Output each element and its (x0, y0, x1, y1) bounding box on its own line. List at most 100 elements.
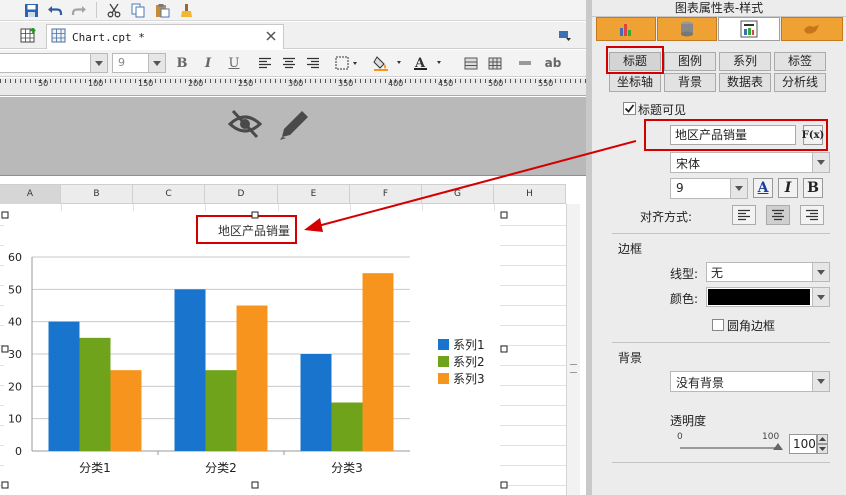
tab-chart-type[interactable] (596, 17, 656, 41)
opacity-input[interactable]: 100 (789, 434, 817, 454)
spin-down-icon[interactable] (817, 444, 828, 454)
ruler-tick (375, 79, 376, 83)
bold-button[interactable]: B (174, 54, 190, 72)
font-color-button[interactable]: A (753, 178, 773, 198)
italic-button[interactable]: I (778, 178, 798, 198)
tab-chart-special[interactable] (781, 17, 843, 41)
bar-chart[interactable]: 0 10 20 30 40 50 60 分类1 分类2 分类3 地区产品销量系列1 系列2 系列3 (0, 205, 566, 495)
copy-icon[interactable] (129, 1, 147, 19)
column-header[interactable]: C (133, 185, 205, 204)
pencil-icon[interactable] (278, 107, 310, 144)
chevron-down-icon[interactable] (812, 288, 829, 306)
ruler-tick (165, 79, 166, 83)
ruler-tick (265, 79, 266, 83)
column-header[interactable]: A (0, 185, 61, 204)
resize-handle (500, 211, 508, 219)
tab-chart-data[interactable] (657, 17, 717, 41)
bar (174, 289, 206, 451)
redo-icon[interactable] (70, 1, 88, 19)
font-name-combo[interactable] (0, 53, 108, 73)
bar (362, 273, 394, 451)
subtab-axis[interactable]: 坐标轴 (609, 73, 661, 92)
subtab-background[interactable]: 背景 (664, 73, 716, 92)
background-select[interactable]: 没有背景 (670, 371, 830, 392)
main-toolbar (0, 0, 586, 21)
column-header[interactable]: H (494, 185, 566, 204)
title-align-left[interactable] (732, 205, 756, 225)
subtab-series[interactable]: 系列 (719, 52, 771, 71)
spin-up-icon[interactable] (817, 434, 828, 444)
column-header[interactable]: E (278, 185, 350, 204)
ruler-tick (55, 79, 56, 83)
hide-eye-icon[interactable] (227, 109, 263, 142)
merge-cells-icon[interactable] (462, 54, 480, 72)
italic-button[interactable]: I (200, 54, 216, 72)
ruler-tick (370, 79, 371, 83)
slider-thumb[interactable] (773, 443, 783, 450)
column-header[interactable]: F (350, 185, 422, 204)
column-header[interactable]: G (422, 185, 494, 204)
opacity-slider[interactable] (680, 443, 783, 450)
abbr-button[interactable]: ab (542, 54, 564, 72)
ruler-tick (70, 79, 71, 83)
bold-button[interactable]: B (803, 178, 823, 198)
underline-button[interactable]: U (226, 54, 242, 72)
subtab-datasheet[interactable]: 数据表 (719, 73, 771, 92)
chevron-down-icon[interactable] (812, 372, 829, 391)
new-report-icon[interactable] (20, 27, 37, 44)
save-icon[interactable] (22, 1, 40, 19)
ruler-tick (130, 79, 131, 83)
y-tick-label: 0 (15, 445, 22, 458)
align-left-button[interactable] (256, 54, 274, 72)
split-cells-icon[interactable] (486, 54, 504, 72)
column-header[interactable]: B (61, 185, 133, 204)
chevron-down-icon[interactable] (812, 153, 829, 172)
vertical-scrollbar[interactable] (566, 204, 580, 495)
border-icon[interactable] (334, 54, 360, 72)
chevron-down-icon[interactable] (148, 54, 165, 72)
chevron-down-icon[interactable] (812, 263, 829, 281)
title-visible-checkbox[interactable] (623, 102, 636, 115)
cut-icon[interactable] (105, 1, 123, 19)
ruler-tick (525, 79, 526, 83)
y-tick-label: 10 (8, 413, 22, 426)
font-size-select[interactable]: 9 (670, 178, 748, 199)
color-swatch (708, 289, 810, 305)
ruler-tick (435, 79, 436, 83)
align-center-button[interactable] (280, 54, 298, 72)
font-color-icon[interactable]: A (412, 54, 446, 72)
tab-chart-style[interactable] (718, 17, 780, 41)
border-color-select[interactable] (706, 287, 830, 307)
tab-list-icon[interactable] (558, 30, 572, 42)
font-family-select[interactable]: 宋体 (670, 152, 830, 173)
line-icon[interactable] (516, 54, 534, 72)
round-border-checkbox[interactable] (712, 319, 724, 331)
subtab-analysis-line[interactable]: 分析线 (774, 73, 826, 92)
ruler-label: 550 (538, 79, 554, 88)
subtab-legend[interactable]: 图例 (664, 52, 716, 71)
document-tab[interactable]: Chart.cpt * (46, 24, 284, 49)
chevron-down-icon[interactable] (90, 54, 107, 72)
y-tick-label: 40 (8, 316, 22, 329)
column-header-row: ABCDEFGH (0, 184, 566, 204)
line-type-select[interactable]: 无 (706, 262, 830, 282)
close-icon[interactable] (265, 30, 277, 42)
ruler-label: 250 (238, 79, 254, 88)
resize-handle (1, 211, 9, 219)
undo-icon[interactable] (46, 1, 64, 19)
align-right-button[interactable] (304, 54, 322, 72)
paste-icon[interactable] (153, 1, 171, 19)
ruler-label: 350 (338, 79, 354, 88)
ruler-tick (180, 79, 181, 83)
format-painter-icon[interactable] (177, 1, 195, 19)
font-size-combo[interactable]: 9 (112, 53, 166, 73)
chevron-down-icon[interactable] (730, 179, 747, 198)
subtab-label[interactable]: 标签 (774, 52, 826, 71)
ruler-tick (320, 79, 321, 83)
fill-color-icon[interactable] (372, 54, 406, 72)
ruler-tick (405, 79, 406, 83)
column-header[interactable]: D (205, 185, 278, 204)
title-align-right[interactable] (800, 205, 824, 225)
title-align-center[interactable] (766, 205, 790, 225)
scroll-grip[interactable] (570, 364, 577, 373)
